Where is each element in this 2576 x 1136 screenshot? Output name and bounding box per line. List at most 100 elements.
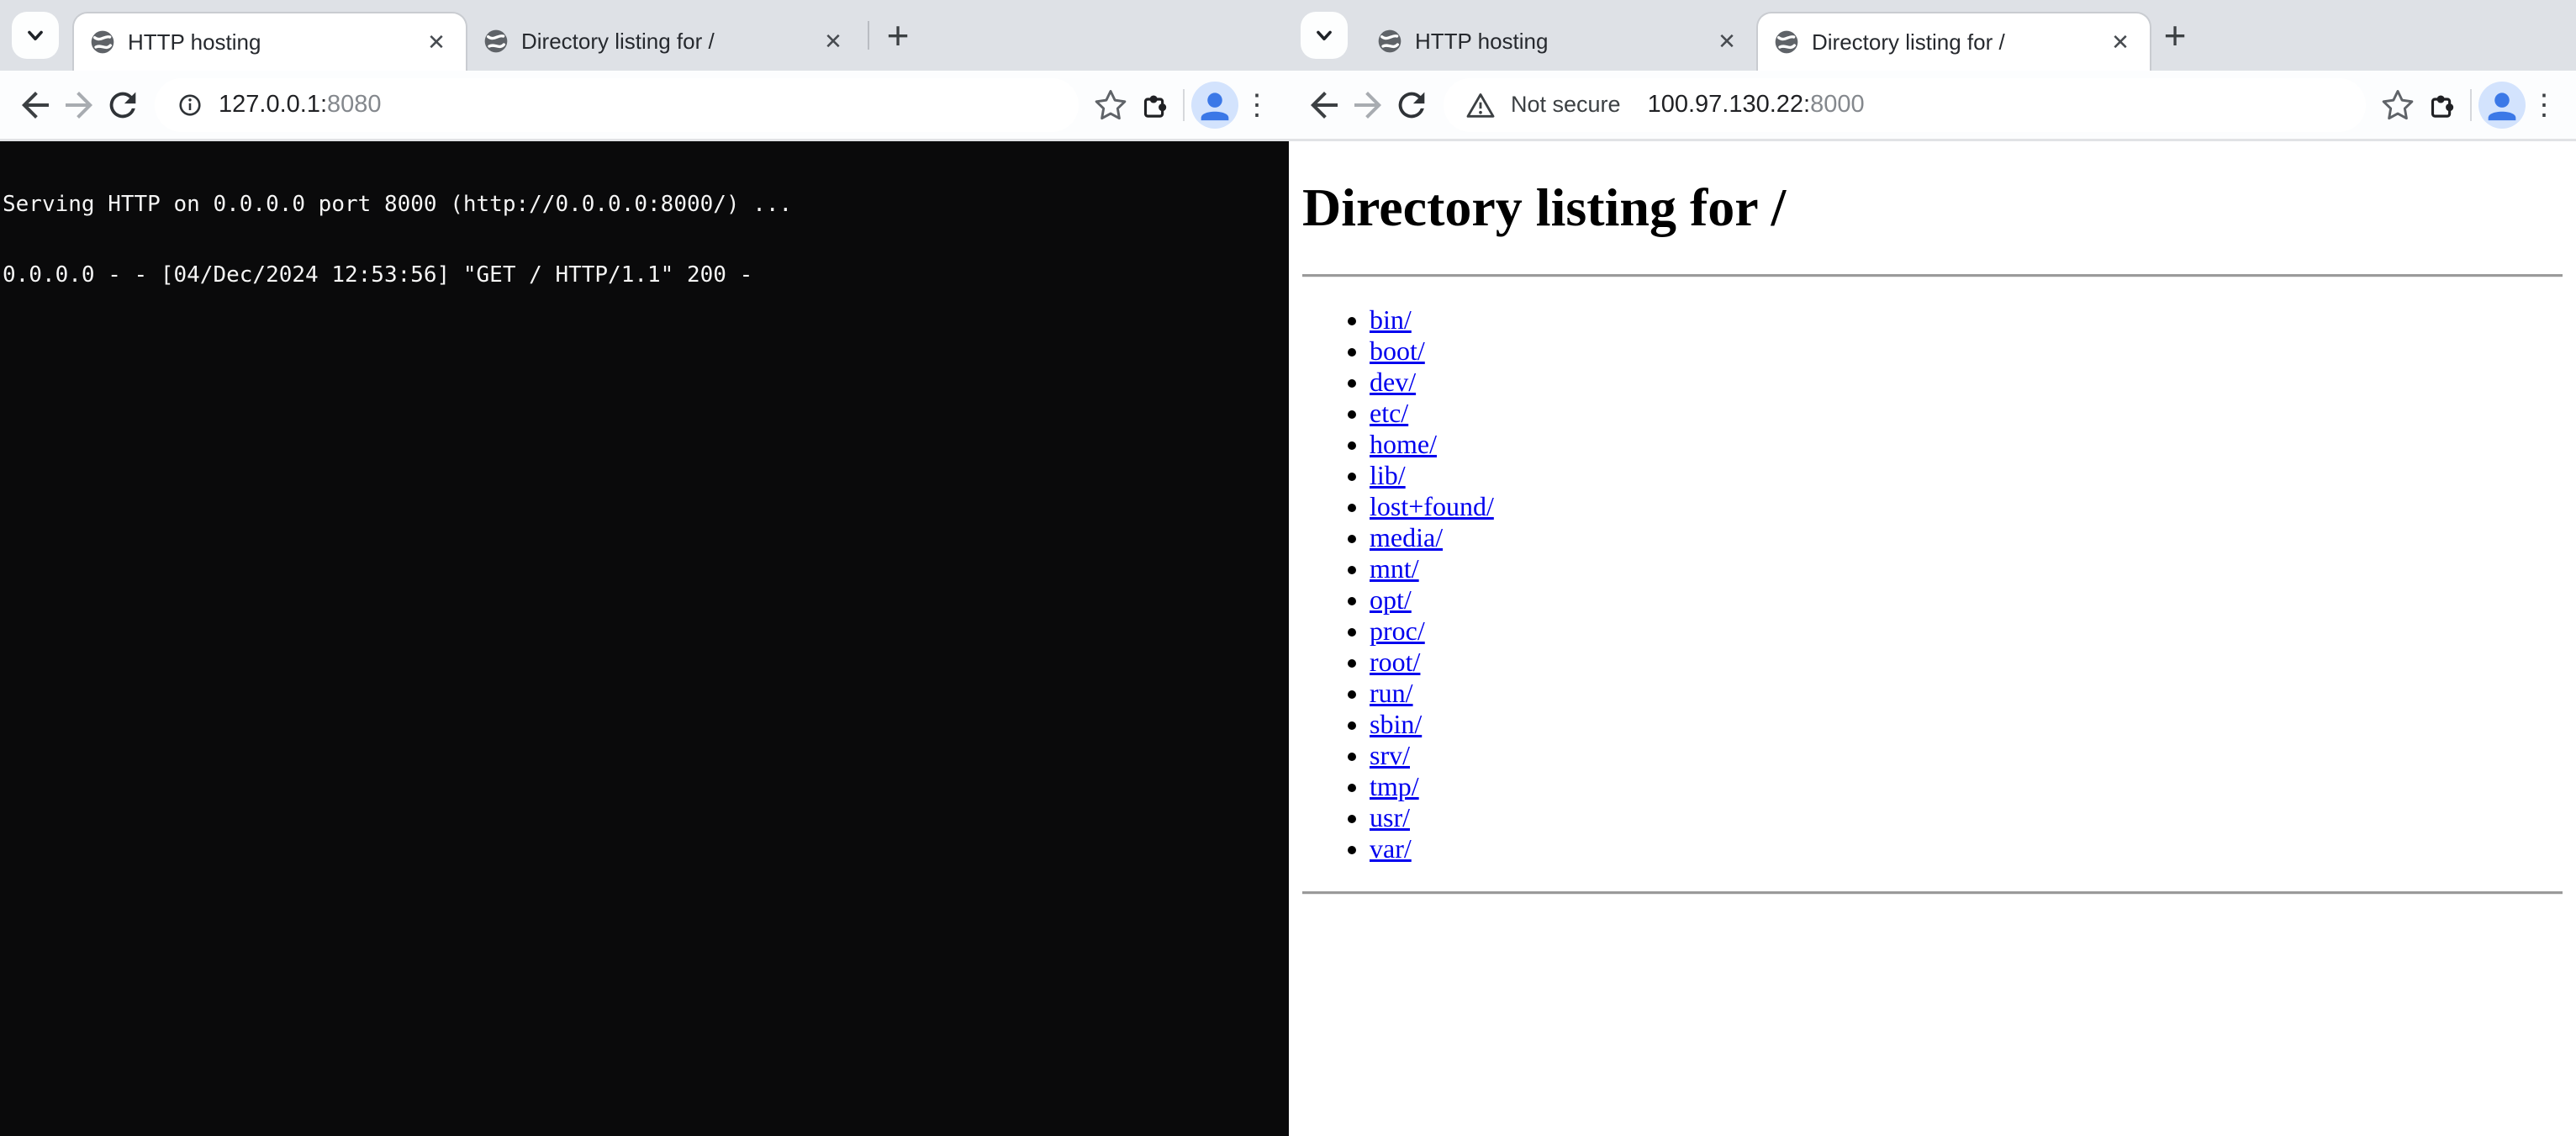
chevron-down-icon [1310, 21, 1338, 50]
tab-search-button[interactable] [1301, 12, 1348, 59]
list-item: usr/ [1370, 802, 2563, 833]
profile-avatar[interactable] [1191, 82, 1238, 129]
directory-list: bin/ boot/ dev/ etc/ home/ lib/ lost+fou… [1302, 304, 2563, 864]
page-directory-listing: Directory listing for / bin/ boot/ dev/ … [1289, 141, 2576, 1136]
globe-favicon-icon [1773, 29, 1800, 55]
list-item: srv/ [1370, 740, 2563, 771]
profile-avatar[interactable] [2478, 82, 2526, 129]
tab-close-icon[interactable]: ✕ [819, 27, 847, 55]
list-item: opt/ [1370, 584, 2563, 616]
tab-title: HTTP hosting [128, 29, 410, 55]
reload-icon [1392, 86, 1431, 124]
extensions-button[interactable] [1132, 83, 1176, 127]
bookmark-star-button[interactable] [2376, 83, 2420, 127]
new-tab-button[interactable]: + [874, 12, 921, 59]
puzzle-extensions-icon [1137, 87, 1172, 123]
browser-window-right: HTTP hosting ✕ Directory listing for / ✕… [1289, 0, 2576, 1136]
globe-favicon-icon [483, 28, 509, 55]
tab-title: HTTP hosting [1415, 29, 1701, 55]
list-item: root/ [1370, 647, 2563, 678]
tab-close-icon[interactable]: ✕ [2106, 28, 2135, 56]
list-item: bin/ [1370, 304, 2563, 336]
list-item: sbin/ [1370, 709, 2563, 740]
star-icon [2379, 87, 2416, 124]
reload-button[interactable] [101, 83, 145, 127]
back-arrow-icon [15, 85, 55, 125]
back-arrow-icon [1304, 85, 1344, 125]
list-item: proc/ [1370, 616, 2563, 647]
dir-link[interactable]: home/ [1370, 429, 1437, 459]
list-item: lib/ [1370, 460, 2563, 491]
forward-arrow-icon [59, 85, 99, 125]
dir-link[interactable]: opt/ [1370, 584, 1412, 615]
dir-link[interactable]: lost+found/ [1370, 491, 1494, 521]
dir-link[interactable]: mnt/ [1370, 553, 1419, 584]
forward-button[interactable] [1346, 83, 1390, 127]
tab-strip: HTTP hosting ✕ Directory listing for / ✕… [1289, 0, 2576, 71]
dir-link[interactable]: srv/ [1370, 740, 1410, 770]
tab-title: Directory listing for / [1812, 29, 2094, 55]
page-title: Directory listing for / [1302, 177, 2563, 239]
list-item: boot/ [1370, 336, 2563, 367]
new-tab-button[interactable]: + [2151, 12, 2199, 59]
tab-directory-listing[interactable]: Directory listing for / ✕ [467, 12, 863, 71]
dir-link[interactable]: var/ [1370, 833, 1412, 864]
url-port: 8000 [1810, 91, 1865, 118]
browser-toolbar: 127.0.0.1:8080 ⋮ [0, 71, 1289, 141]
tab-directory-listing[interactable]: Directory listing for / ✕ [1756, 12, 2151, 71]
warning-triangle-icon [1464, 88, 1497, 122]
menu-kebab-icon[interactable]: ⋮ [1238, 91, 1275, 119]
dir-link[interactable]: root/ [1370, 647, 1420, 677]
dir-link[interactable]: dev/ [1370, 367, 1416, 397]
url-text: 127.0.0.1:8080 [219, 91, 382, 119]
person-icon [1191, 82, 1238, 129]
terminal-line: 0.0.0.0 - - [04/Dec/2024 12:53:56] "GET … [3, 263, 1284, 287]
info-icon [175, 90, 205, 120]
dir-link[interactable]: etc/ [1370, 398, 1408, 428]
url-text: 100.97.130.22:8000 [1648, 91, 1865, 119]
list-item: home/ [1370, 429, 2563, 460]
dir-link[interactable]: lib/ [1370, 460, 1406, 490]
address-bar[interactable]: Not secure 100.97.130.22:8000 [1444, 78, 2366, 132]
heading-divider [1302, 274, 2563, 277]
terminal-line: Serving HTTP on 0.0.0.0 port 8000 (http:… [3, 193, 1284, 216]
tab-http-hosting[interactable]: HTTP hosting ✕ [1361, 12, 1756, 71]
tab-title: Directory listing for / [521, 29, 807, 55]
bookmark-star-button[interactable] [1089, 83, 1132, 127]
forward-arrow-icon [1348, 85, 1388, 125]
reload-button[interactable] [1390, 83, 1433, 127]
tab-strip: HTTP hosting ✕ Directory listing for / ✕… [0, 0, 1289, 71]
forward-button[interactable] [57, 83, 101, 127]
tab-http-hosting[interactable]: HTTP hosting ✕ [72, 12, 467, 71]
dir-link[interactable]: boot/ [1370, 336, 1425, 366]
footer-divider [1302, 891, 2563, 895]
dir-link[interactable]: sbin/ [1370, 709, 1422, 739]
list-item: etc/ [1370, 398, 2563, 429]
back-button[interactable] [13, 83, 57, 127]
browser-toolbar: Not secure 100.97.130.22:8000 ⋮ [1289, 71, 2576, 141]
tab-search-button[interactable] [12, 12, 59, 59]
dir-link[interactable]: tmp/ [1370, 771, 1419, 801]
dir-link[interactable]: media/ [1370, 522, 1443, 552]
address-bar[interactable]: 127.0.0.1:8080 [155, 78, 1079, 132]
reload-icon [103, 86, 142, 124]
list-item: var/ [1370, 833, 2563, 864]
back-button[interactable] [1302, 83, 1346, 127]
tab-close-icon[interactable]: ✕ [422, 28, 451, 56]
globe-favicon-icon [89, 29, 116, 55]
menu-kebab-icon[interactable]: ⋮ [2526, 91, 2563, 119]
browser-window-left: HTTP hosting ✕ Directory listing for / ✕… [0, 0, 1289, 1136]
dir-link[interactable]: bin/ [1370, 304, 1412, 335]
tab-close-icon[interactable]: ✕ [1713, 27, 1741, 55]
list-item: run/ [1370, 678, 2563, 709]
dir-link[interactable]: run/ [1370, 678, 1413, 708]
toolbar-divider [1183, 89, 1185, 121]
extensions-button[interactable] [2420, 83, 2463, 127]
dir-link[interactable]: usr/ [1370, 802, 1410, 832]
person-icon [2478, 82, 2526, 129]
dir-link[interactable]: proc/ [1370, 616, 1425, 646]
puzzle-extensions-icon [2424, 87, 2459, 123]
list-item: media/ [1370, 522, 2563, 553]
list-item: tmp/ [1370, 771, 2563, 802]
list-item: mnt/ [1370, 553, 2563, 584]
